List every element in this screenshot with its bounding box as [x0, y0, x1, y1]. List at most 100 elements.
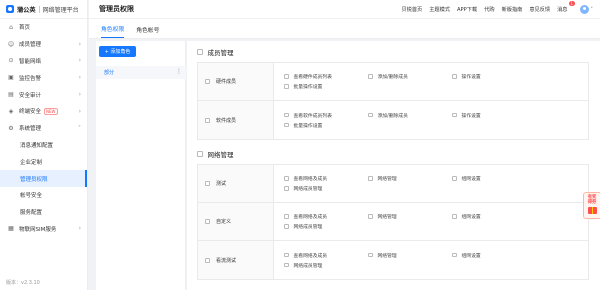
permission-option[interactable]: 查看硬件成员列表 [284, 73, 368, 80]
sidebar-item-iot-sim[interactable]: ▦ 物联网SIM服务 › [0, 221, 87, 238]
option-label: 网络管理 [377, 253, 397, 259]
brand[interactable]: 蒲公英 网络管理平台 [0, 0, 87, 19]
row-label-text: 自定义 [216, 219, 232, 225]
permission-option[interactable]: 操作设置 [452, 73, 536, 80]
permission-option[interactable]: 操作设置 [452, 112, 536, 119]
chevron-down-icon: ˅ [78, 124, 81, 132]
sidebar-subitem-notifications[interactable]: 消息通知配置 [0, 137, 87, 154]
permissions-area: 成员管理 硬件成员 查看硬件成员列表 添加/删除成员 操作设置 批量操作设置 软… [187, 41, 600, 290]
top-link-app-download[interactable]: APP下载 [457, 6, 477, 13]
permission-option[interactable]: 组网设置 [452, 252, 536, 259]
section-checkbox[interactable] [197, 151, 203, 157]
option-checkbox[interactable] [452, 176, 457, 181]
option-checkbox[interactable] [368, 176, 373, 181]
top-link-theme-mode[interactable]: 主题模式 [429, 6, 450, 13]
more-vertical-icon[interactable]: ⋮ [176, 68, 182, 75]
option-checkbox[interactable] [452, 252, 457, 258]
row-checkbox[interactable] [205, 257, 210, 263]
sidebar-item-label: 系统管理 [19, 126, 42, 133]
sidebar-item-system[interactable]: ⚙ 系统管理 ˅ [0, 120, 87, 137]
sidebar-item-label: 消息通知配置 [20, 142, 54, 149]
top-link-purchase[interactable]: 代购 [484, 6, 494, 13]
sidebar-item-home[interactable]: ⌂ 首页 [0, 19, 87, 36]
row-checkbox[interactable] [205, 117, 210, 123]
row-options: 查看硬件成员列表 添加/删除成员 操作设置 批量操作设置 [274, 63, 588, 100]
option-checkbox[interactable] [452, 74, 457, 79]
option-checkbox[interactable] [368, 112, 373, 118]
option-checkbox[interactable] [284, 122, 289, 128]
sidebar-item-security-audit[interactable]: ▤ 安全审计 › [0, 86, 87, 103]
permission-option[interactable]: 添加/删除成员 [368, 112, 452, 119]
brand-divider [38, 5, 40, 13]
monitor-icon: ▣ [8, 74, 14, 82]
chevron-right-icon: › [78, 74, 81, 82]
permission-option[interactable]: 查看网络及成员 [284, 175, 368, 182]
sidebar-item-members[interactable]: ☺ 成员管理 › [0, 36, 87, 53]
option-checkbox[interactable] [284, 252, 289, 258]
option-label: 网络成员管理 [293, 187, 323, 192]
permission-option[interactable]: 网络成员管理 [284, 185, 368, 192]
option-label: 查看软件成员列表 [293, 113, 332, 119]
option-checkbox[interactable] [284, 84, 289, 89]
sidebar-item-label: 物联网SIM服务 [19, 226, 57, 233]
option-checkbox[interactable] [284, 262, 289, 268]
tab-role-permissions[interactable]: 角色权限 [101, 24, 125, 38]
permission-option[interactable]: 批量操作设置 [284, 83, 368, 90]
permission-option[interactable]: 网络管理 [368, 213, 452, 220]
permission-option[interactable]: 网络管理 [368, 175, 452, 182]
sidebar-nav: ⌂ 首页 ☺ 成员管理 › ⊙ 智能网络 › ▣ 监控告警 › ▤ 安全审计 ›… [0, 19, 87, 237]
brand-logo-icon [6, 5, 14, 13]
option-checkbox[interactable] [368, 252, 373, 258]
option-label: 网络管理 [377, 177, 397, 182]
option-checkbox[interactable] [284, 214, 289, 219]
permission-option[interactable]: 查看网络及成员 [284, 213, 368, 220]
permission-option[interactable]: 查看软件成员列表 [284, 112, 368, 119]
sidebar-subitem-enterprise-custom[interactable]: 企业定制 [0, 153, 87, 170]
network-icon: ⊙ [8, 57, 14, 65]
row-checkbox[interactable] [205, 79, 210, 84]
tab-role-accounts[interactable]: 角色帐号 [136, 25, 159, 38]
option-checkbox[interactable] [452, 112, 457, 118]
option-checkbox[interactable] [368, 214, 373, 219]
option-checkbox[interactable] [368, 74, 373, 79]
top-link-beirui-home[interactable]: 贝锐首页 [401, 6, 422, 13]
top-link-new-guide[interactable]: 新版指南 [502, 6, 523, 13]
sidebar-item-smart-network[interactable]: ⊙ 智能网络 › [0, 53, 87, 70]
option-checkbox[interactable] [284, 112, 289, 118]
permission-option[interactable]: 组网设置 [452, 175, 536, 182]
top-link-feedback[interactable]: 意见反馈 [529, 6, 550, 13]
permission-option[interactable]: 网络管理 [368, 252, 452, 259]
sidebar-subitem-admin-permissions[interactable]: 管理员权限 [0, 170, 87, 187]
permission-option[interactable]: 查看网络及成员 [284, 252, 368, 259]
row-checkbox[interactable] [205, 181, 210, 186]
row-checkbox[interactable] [205, 219, 210, 224]
option-checkbox[interactable] [284, 224, 289, 229]
user-menu-caret-icon[interactable]: ˅ [591, 7, 594, 13]
option-checkbox[interactable] [284, 74, 289, 79]
sidebar-subitem-service-config[interactable]: 服务配置 [0, 204, 87, 221]
permission-option[interactable]: 批量操作设置 [284, 122, 368, 129]
permission-option[interactable]: 网络成员管理 [284, 223, 368, 230]
option-checkbox[interactable] [452, 214, 457, 219]
option-checkbox[interactable] [284, 176, 289, 181]
sidebar-item-label: 成员管理 [19, 42, 42, 49]
permission-option[interactable]: 添加/删除成员 [368, 73, 452, 80]
promo-float-button[interactable]: 有奖 得券 [583, 192, 600, 219]
messages-label: 消息 [557, 7, 568, 13]
add-role-button[interactable]: + 添加角色 [99, 46, 136, 57]
option-checkbox[interactable] [284, 186, 289, 191]
option-label: 网络成员管理 [293, 263, 323, 269]
permission-option[interactable]: 组网设置 [452, 213, 536, 220]
sidebar-subitem-account-security[interactable]: 帐号安全 [0, 187, 87, 204]
avatar[interactable] [579, 5, 589, 14]
section-checkbox[interactable] [197, 49, 203, 55]
row-label: 软件成员 [198, 101, 274, 139]
permission-option[interactable]: 网络成员管理 [284, 262, 368, 269]
messages-link[interactable]: 消息 1 [557, 1, 575, 13]
sidebar-item-monitoring[interactable]: ▣ 监控告警 › [0, 69, 87, 86]
sim-card-icon: ▦ [8, 225, 14, 233]
row-label-text: 测试 [216, 181, 227, 187]
sidebar-item-endpoint-security[interactable]: ◈ 终端安全 NEW › [0, 103, 87, 120]
role-item[interactable]: 部分 ⋮ [96, 66, 186, 79]
section-header: 成员管理 [197, 46, 589, 58]
